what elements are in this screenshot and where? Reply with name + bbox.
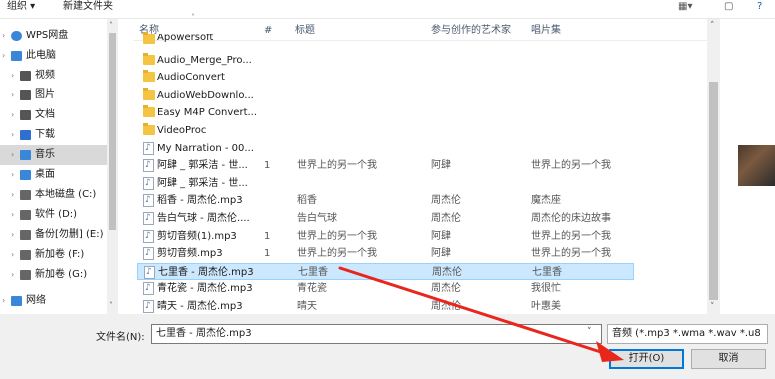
file-open-dialog: 组织 ▾ 新建文件夹 ▦▾ ▢ ? › WPS网盘 › 此电脑 › 视频 › 图片 › 文档 › 下载…: [0, 0, 775, 379]
annotation-arrow: [338, 266, 624, 362]
